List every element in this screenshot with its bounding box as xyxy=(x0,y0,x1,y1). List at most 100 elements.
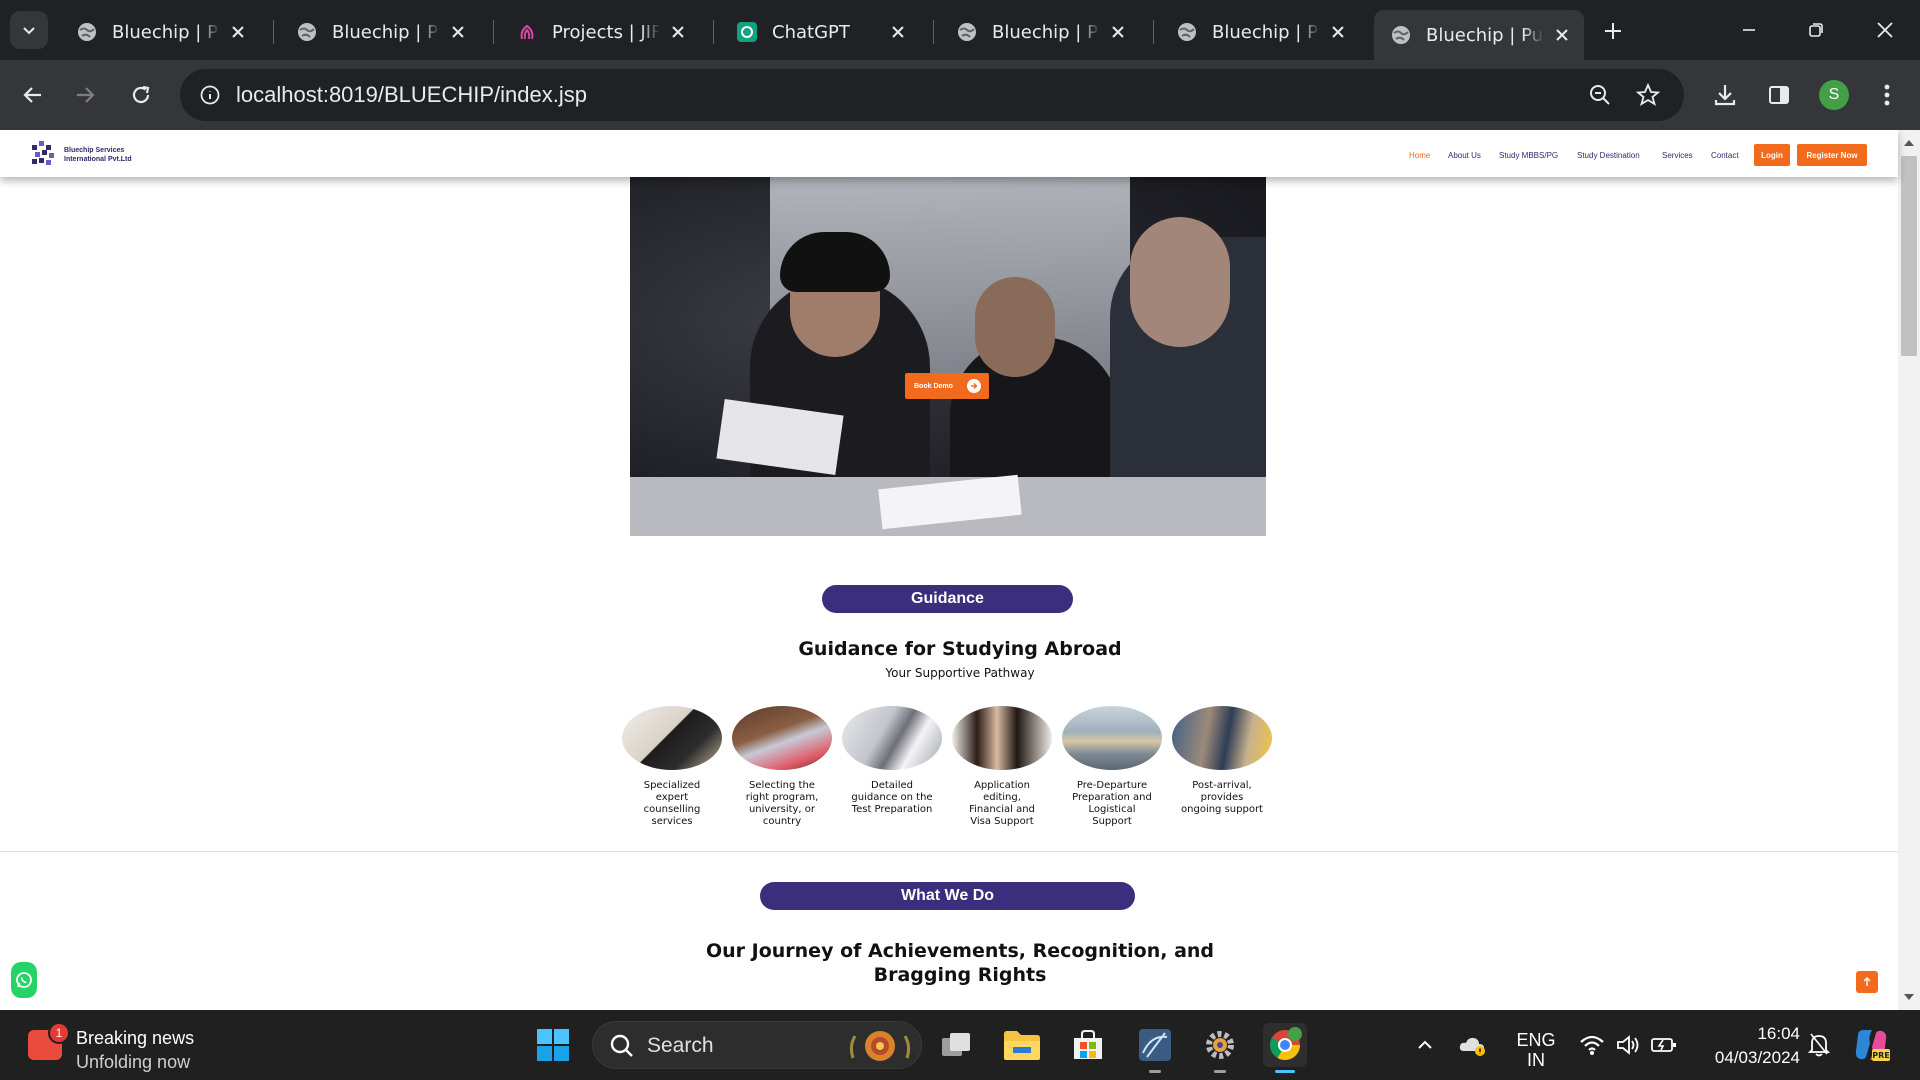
battery-tray-icon[interactable] xyxy=(1647,1028,1681,1062)
address-bar[interactable]: localhost:8019/BLUECHIP/index.jsp xyxy=(180,69,1684,121)
logo-text[interactable]: Bluechip Services International Pvt.Ltd xyxy=(64,146,132,164)
close-tab-icon[interactable] xyxy=(886,20,910,44)
globe-icon xyxy=(1176,21,1198,43)
taskbar-search[interactable]: Search xyxy=(592,1021,922,1069)
close-icon xyxy=(1877,22,1893,38)
service-image-application xyxy=(952,706,1052,770)
profile-avatar[interactable]: S xyxy=(1819,80,1849,110)
browser-tab[interactable]: Bluechip | Pursue xyxy=(280,10,480,54)
start-button[interactable] xyxy=(531,1023,575,1067)
scroll-down-arrow-icon[interactable] xyxy=(1904,994,1914,1000)
service-card[interactable]: Specialized expert counselling services xyxy=(622,706,722,828)
settings-app[interactable] xyxy=(1198,1023,1242,1073)
new-tab-button[interactable] xyxy=(1596,14,1630,48)
hero-video[interactable]: Book Demo xyxy=(630,177,1266,536)
login-button[interactable]: Login xyxy=(1754,144,1790,166)
reload-icon xyxy=(132,85,150,104)
back-button[interactable] xyxy=(14,76,52,114)
service-card[interactable]: Post-arrival, provides ongoing support xyxy=(1172,706,1272,816)
page-scrollbar[interactable] xyxy=(1898,130,1920,1010)
bookmark-star-icon[interactable] xyxy=(1634,81,1662,109)
news-title: Breaking news xyxy=(76,1028,195,1048)
file-explorer-app[interactable] xyxy=(1000,1023,1044,1067)
register-now-button[interactable]: Register Now xyxy=(1797,144,1867,166)
service-caption: Detailed guidance on the Test Preparatio… xyxy=(851,780,933,815)
close-tab-icon[interactable] xyxy=(446,20,470,44)
book-demo-label: Book Demo xyxy=(914,382,953,390)
language-code: ENG xyxy=(1516,1030,1556,1050)
forward-button[interactable] xyxy=(66,76,104,114)
plus-icon xyxy=(1605,23,1621,39)
restore-button[interactable] xyxy=(1793,8,1839,52)
side-panel-icon[interactable] xyxy=(1762,78,1796,112)
guidance-pill: Guidance xyxy=(822,585,1073,613)
browser-tab-active[interactable]: Bluechip | Pursue xyxy=(1374,10,1584,60)
task-view-button[interactable] xyxy=(935,1023,979,1067)
close-tab-icon[interactable] xyxy=(666,20,690,44)
copilot-button[interactable]: PRE xyxy=(1851,1025,1891,1065)
reload-button[interactable] xyxy=(122,76,160,114)
hero-person-head xyxy=(1130,217,1230,347)
input-language[interactable]: ENG IN xyxy=(1508,1030,1564,1070)
site-info-icon[interactable] xyxy=(192,77,228,113)
logo-text-line: International Pvt.Ltd xyxy=(64,156,132,163)
close-tab-icon[interactable] xyxy=(1326,20,1350,44)
zoom-icon[interactable] xyxy=(1586,81,1614,109)
tab-search-button[interactable] xyxy=(10,11,48,49)
volume-tray-icon[interactable] xyxy=(1611,1028,1645,1062)
close-tab-icon[interactable] xyxy=(1106,20,1130,44)
service-card[interactable]: Pre-Departure Preparation and Logistical… xyxy=(1062,706,1162,828)
tab-separator xyxy=(493,20,494,44)
service-card[interactable]: Application editing, Financial and Visa … xyxy=(952,706,1052,828)
eclipse-ide-app[interactable] xyxy=(1133,1023,1177,1073)
whatsapp-button[interactable] xyxy=(11,962,37,998)
bluechip-logo-icon[interactable] xyxy=(30,139,58,167)
windows-logo-icon xyxy=(537,1029,569,1061)
achievements-title-line: Bragging Rights xyxy=(873,964,1047,986)
browser-tab[interactable]: Bluechip | Pursue xyxy=(940,10,1140,54)
arrow-right-circle-icon xyxy=(967,379,981,393)
section-divider xyxy=(0,851,1898,852)
nav-link-home[interactable]: Home xyxy=(1409,151,1430,160)
nav-link-study-mbbs[interactable]: Study MBBS/PG xyxy=(1499,151,1558,160)
service-caption: Selecting the right program, university,… xyxy=(745,780,819,827)
restore-icon xyxy=(1809,23,1823,37)
wifi-tray-icon[interactable] xyxy=(1575,1028,1609,1062)
book-demo-button[interactable]: Book Demo xyxy=(905,373,989,399)
nav-link-about[interactable]: About Us xyxy=(1448,151,1481,160)
chevron-up-icon xyxy=(1418,1040,1432,1049)
scrollbar-thumb[interactable] xyxy=(1901,156,1917,356)
browser-tab[interactable]: ChatGPT xyxy=(720,10,920,54)
guidance-title: Guidance for Studying Abroad xyxy=(798,638,1122,660)
browser-tab[interactable]: Bluechip | Pursue xyxy=(1160,10,1360,54)
minimize-button[interactable] xyxy=(1726,8,1772,52)
scroll-up-arrow-icon[interactable] xyxy=(1904,140,1914,146)
nav-link-study-destination[interactable]: Study Destination xyxy=(1577,151,1640,160)
chatgpt-icon xyxy=(736,21,758,43)
nav-link-services[interactable]: Services xyxy=(1662,151,1693,160)
download-icon[interactable] xyxy=(1708,78,1742,112)
browser-tab[interactable]: Projects | JIFFY xyxy=(500,10,700,54)
close-tab-icon[interactable] xyxy=(1550,23,1574,47)
chrome-app[interactable] xyxy=(1263,1023,1307,1073)
tab-separator xyxy=(933,20,934,44)
url-text: localhost:8019/BLUECHIP/index.jsp xyxy=(236,82,587,107)
nav-link-contact[interactable]: Contact xyxy=(1711,151,1739,160)
browser-tab[interactable]: Bluechip | Pursue xyxy=(60,10,260,54)
tray-overflow-button[interactable] xyxy=(1408,1028,1442,1062)
back-to-top-button[interactable] xyxy=(1856,971,1878,993)
service-card[interactable]: Selecting the right program, university,… xyxy=(732,706,832,828)
microsoft-store-app[interactable] xyxy=(1066,1023,1110,1067)
menu-kebab-icon[interactable] xyxy=(1870,78,1904,112)
minimize-icon xyxy=(1743,29,1755,31)
system-clock[interactable]: 16:04 04/03/2024 xyxy=(1700,1022,1800,1070)
arrow-left-icon xyxy=(23,87,41,103)
service-image-post-arrival xyxy=(1172,706,1272,770)
close-tab-icon[interactable] xyxy=(226,20,250,44)
news-subtitle: Unfolding now xyxy=(76,1052,191,1072)
onedrive-tray-icon[interactable] xyxy=(1456,1028,1490,1062)
service-card[interactable]: Detailed guidance on the Test Preparatio… xyxy=(842,706,942,816)
close-window-button[interactable] xyxy=(1862,8,1908,52)
notifications-button[interactable] xyxy=(1802,1028,1836,1062)
copilot-icon: PRE xyxy=(1855,1030,1890,1061)
